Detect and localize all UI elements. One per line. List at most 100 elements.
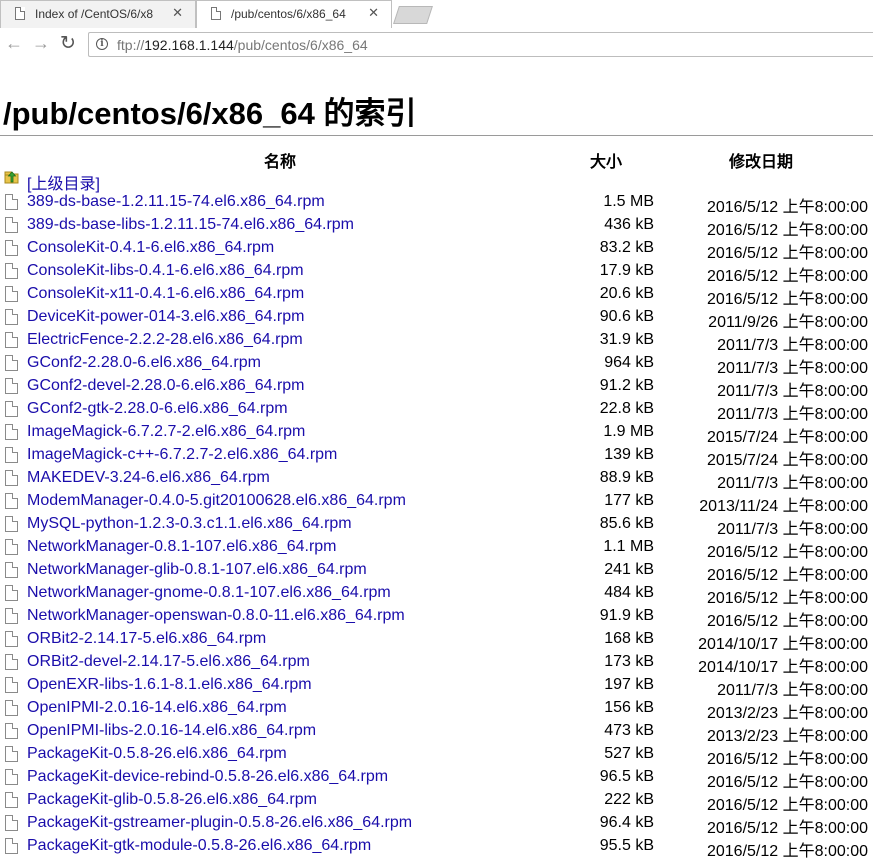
file-size: 88.9 kB	[599, 469, 654, 486]
file-row: ConsoleKit-0.4.1-6.el6.x86_64.rpm 83.2 kB…	[0, 238, 873, 262]
file-link[interactable]: MAKEDEV-3.24-6.el6.x86_64.rpm	[27, 469, 270, 487]
file-link[interactable]: OpenEXR-libs-1.6.1-8.1.el6.x86_64.rpm	[27, 676, 312, 694]
file-size: 91.2 kB	[599, 377, 654, 394]
file-link[interactable]: MySQL-python-1.2.3-0.3.c1.1.el6.x86_64.r…	[27, 515, 352, 533]
file-date: 2016/5/12 上午8:00:00	[706, 268, 868, 285]
file-link[interactable]: ConsoleKit-libs-0.4.1-6.el6.x86_64.rpm	[27, 262, 304, 280]
file-link[interactable]: OpenIPMI-2.0.16-14.el6.x86_64.rpm	[27, 699, 287, 717]
file-row: 389-ds-base-1.2.11.15-74.el6.x86_64.rpm 1…	[0, 192, 873, 216]
file-link[interactable]: ImageMagick-c++-6.7.2.7-2.el6.x86_64.rpm	[27, 446, 337, 464]
file-icon	[5, 539, 18, 555]
close-icon[interactable]: ✕	[368, 5, 379, 21]
file-size: 168 kB	[604, 630, 654, 647]
file-date: 2016/5/12 上午8:00:00	[706, 820, 868, 837]
file-date: 2015/7/24 上午8:00:00	[706, 429, 868, 446]
file-icon	[5, 723, 18, 739]
file-link[interactable]: PackageKit-glib-0.5.8-26.el6.x86_64.rpm	[27, 791, 317, 809]
file-row: ConsoleKit-x11-0.4.1-6.el6.x86_64.rpm 20.…	[0, 284, 873, 308]
file-row: GConf2-devel-2.28.0-6.el6.x86_64.rpm 91.2…	[0, 376, 873, 400]
file-link[interactable]: GConf2-devel-2.28.0-6.el6.x86_64.rpm	[27, 377, 305, 395]
file-row: DeviceKit-power-014-3.el6.x86_64.rpm 90.6…	[0, 307, 873, 331]
tab-pub-centos[interactable]: /pub/centos/6/x86_64 ✕	[196, 0, 392, 29]
file-row: ORBit2-devel-2.14.17-5.el6.x86_64.rpm 173…	[0, 652, 873, 676]
browser-toolbar: ← → ↻ i ftp://192.168.1.144/pub/centos/6…	[0, 28, 873, 62]
file-icon	[5, 700, 18, 716]
back-button[interactable]: ←	[5, 33, 23, 54]
file-link[interactable]: ImageMagick-6.7.2.7-2.el6.x86_64.rpm	[27, 423, 305, 441]
url-host: 192.168.1.144	[144, 37, 234, 53]
file-row: PackageKit-gtk-module-0.5.8-26.el6.x86_6…	[0, 836, 873, 860]
file-link[interactable]: ORBit2-devel-2.14.17-5.el6.x86_64.rpm	[27, 653, 310, 671]
file-link[interactable]: PackageKit-0.5.8-26.el6.x86_64.rpm	[27, 745, 287, 763]
file-icon	[5, 217, 18, 233]
file-row: ImageMagick-6.7.2.7-2.el6.x86_64.rpm 1.9 …	[0, 422, 873, 446]
file-date: 2013/2/23 上午8:00:00	[706, 705, 868, 722]
file-date: 2014/10/17 上午8:00:00	[698, 636, 868, 653]
file-icon	[5, 585, 18, 601]
file-link[interactable]: PackageKit-gtk-module-0.5.8-26.el6.x86_6…	[27, 837, 371, 855]
file-size: 17.9 kB	[599, 262, 654, 279]
file-icon	[5, 355, 18, 371]
file-link[interactable]: ConsoleKit-x11-0.4.1-6.el6.x86_64.rpm	[27, 285, 304, 303]
file-size: 197 kB	[604, 676, 654, 693]
file-icon	[5, 332, 18, 348]
file-link[interactable]: NetworkManager-openswan-0.8.0-11.el6.x86…	[27, 607, 405, 625]
file-icon	[5, 309, 18, 325]
file-size: 90.6 kB	[599, 308, 654, 325]
file-row: ORBit2-2.14.17-5.el6.x86_64.rpm 168 kB 201…	[0, 629, 873, 653]
info-icon[interactable]: i	[96, 38, 108, 50]
parent-directory-link[interactable]: [上级目录]	[27, 170, 100, 194]
close-icon[interactable]: ✕	[172, 5, 183, 21]
file-icon	[5, 447, 18, 463]
file-size: 241 kB	[604, 561, 654, 578]
file-link[interactable]: OpenIPMI-libs-2.0.16-14.el6.x86_64.rpm	[27, 722, 316, 740]
file-link[interactable]: PackageKit-device-rebind-0.5.8-26.el6.x8…	[27, 768, 388, 786]
file-date: 2011/7/3 上午8:00:00	[717, 406, 868, 423]
file-link[interactable]: GConf2-2.28.0-6.el6.x86_64.rpm	[27, 354, 261, 372]
file-link[interactable]: NetworkManager-glib-0.8.1-107.el6.x86_64…	[27, 561, 367, 579]
url-text[interactable]: ftp://192.168.1.144/pub/centos/6/x86_64	[117, 37, 368, 53]
file-icon	[5, 493, 18, 509]
new-tab-button[interactable]	[393, 6, 433, 24]
file-row: OpenIPMI-2.0.16-14.el6.x86_64.rpm 156 kB 2…	[0, 698, 873, 722]
forward-button[interactable]: →	[32, 33, 50, 54]
tab-strip: Index of /CentOS/6/x8 ✕ /pub/centos/6/x8…	[0, 0, 873, 29]
file-link[interactable]: 389-ds-base-1.2.11.15-74.el6.x86_64.rpm	[27, 193, 325, 211]
file-link[interactable]: ElectricFence-2.2.2-28.el6.x86_64.rpm	[27, 331, 303, 349]
file-row: MySQL-python-1.2.3-0.3.c1.1.el6.x86_64.r…	[0, 514, 873, 538]
file-link[interactable]: PackageKit-gstreamer-plugin-0.5.8-26.el6…	[27, 814, 412, 832]
document-icon	[211, 7, 221, 20]
reload-button[interactable]: ↻	[60, 32, 76, 55]
file-size: 96.4 kB	[599, 814, 654, 831]
file-row: NetworkManager-openswan-0.8.0-11.el6.x86…	[0, 606, 873, 630]
file-size: 20.6 kB	[599, 285, 654, 302]
file-date: 2013/11/24 上午8:00:00	[699, 498, 868, 515]
file-row: PackageKit-device-rebind-0.5.8-26.el6.x8…	[0, 767, 873, 791]
file-row: ImageMagick-c++-6.7.2.7-2.el6.x86_64.rpm…	[0, 445, 873, 469]
file-row: OpenEXR-libs-1.6.1-8.1.el6.x86_64.rpm 197…	[0, 675, 873, 699]
file-size: 85.6 kB	[599, 515, 654, 532]
file-link[interactable]: ConsoleKit-0.4.1-6.el6.x86_64.rpm	[27, 239, 274, 257]
file-row: ElectricFence-2.2.2-28.el6.x86_64.rpm 31.…	[0, 330, 873, 354]
file-row: PackageKit-gstreamer-plugin-0.5.8-26.el6…	[0, 813, 873, 837]
file-size: 964 kB	[604, 354, 654, 371]
address-bar[interactable]: i ftp://192.168.1.144/pub/centos/6/x86_6…	[88, 32, 873, 57]
file-link[interactable]: ModemManager-0.4.0-5.git20100628.el6.x86…	[27, 492, 406, 510]
file-link[interactable]: NetworkManager-gnome-0.8.1-107.el6.x86_6…	[27, 584, 391, 602]
file-date: 2016/5/12 上午8:00:00	[706, 544, 868, 561]
file-row: GConf2-gtk-2.28.0-6.el6.x86_64.rpm 22.8 k…	[0, 399, 873, 423]
divider	[0, 135, 873, 136]
file-size: 91.9 kB	[599, 607, 654, 624]
file-link[interactable]: NetworkManager-0.8.1-107.el6.x86_64.rpm	[27, 538, 337, 556]
file-date: 2016/5/12 上午8:00:00	[706, 199, 868, 216]
file-link[interactable]: DeviceKit-power-014-3.el6.x86_64.rpm	[27, 308, 304, 326]
file-link[interactable]: ORBit2-2.14.17-5.el6.x86_64.rpm	[27, 630, 266, 648]
file-date: 2013/2/23 上午8:00:00	[706, 728, 868, 745]
tab-index-centos[interactable]: Index of /CentOS/6/x8 ✕	[0, 0, 196, 28]
file-row: GConf2-2.28.0-6.el6.x86_64.rpm 964 kB 2011…	[0, 353, 873, 377]
file-row: OpenIPMI-libs-2.0.16-14.el6.x86_64.rpm 47…	[0, 721, 873, 745]
file-icon	[5, 769, 18, 785]
file-link[interactable]: GConf2-gtk-2.28.0-6.el6.x86_64.rpm	[27, 400, 288, 418]
file-icon	[5, 677, 18, 693]
file-link[interactable]: 389-ds-base-libs-1.2.11.15-74.el6.x86_64…	[27, 216, 354, 234]
